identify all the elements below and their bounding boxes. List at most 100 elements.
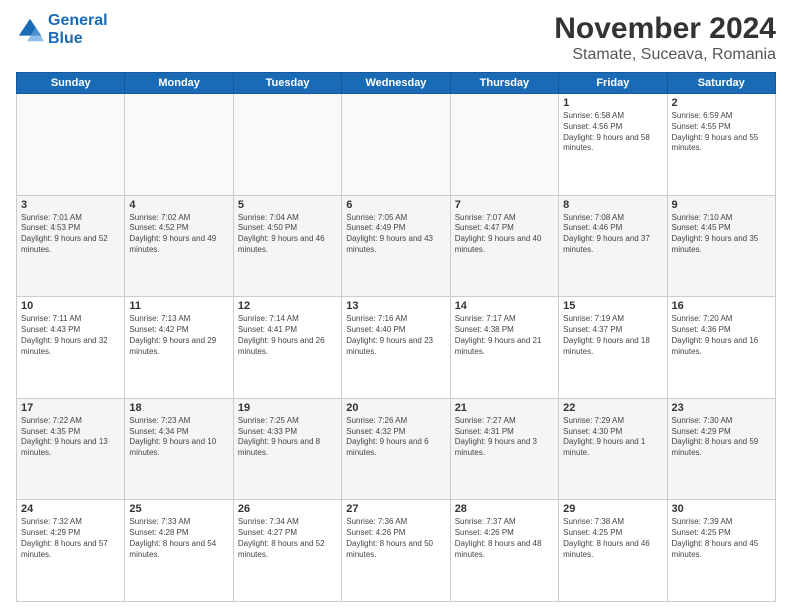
day-number: 23 [672,402,771,414]
day-info: Sunrise: 7:04 AM Sunset: 4:50 PM Dayligh… [238,213,337,256]
day-info: Sunrise: 7:32 AM Sunset: 4:29 PM Dayligh… [21,517,120,560]
day-info: Sunrise: 7:14 AM Sunset: 4:41 PM Dayligh… [238,314,337,357]
day-cell: 13Sunrise: 7:16 AM Sunset: 4:40 PM Dayli… [342,297,450,399]
day-number: 30 [672,503,771,515]
day-info: Sunrise: 7:08 AM Sunset: 4:46 PM Dayligh… [563,213,662,256]
day-cell: 5Sunrise: 7:04 AM Sunset: 4:50 PM Daylig… [233,195,341,297]
day-cell: 15 Sunrise: 7:19 AM Sunset: 4:37 PM Dayli… [559,297,667,399]
day-cell: 21 Sunrise: 7:27 AM Sunset: 4:31 PM Dayli… [450,398,558,500]
day-info: Sunrise: 7:33 AM Sunset: 4:28 PM Dayligh… [129,517,228,560]
col-monday: Monday [125,73,233,94]
title-block: November 2024 Stamate, Suceava, Romania [554,12,776,64]
day-number: 13 [346,300,445,312]
day-cell [125,94,233,196]
day-cell [342,94,450,196]
logo-text: General Blue [48,12,108,47]
day-cell: 26Sunrise: 7:34 AM Sunset: 4:27 PM Dayli… [233,500,341,602]
day-number: 7 [455,199,554,211]
day-info: Sunrise: 7:19 AM Sunset: 4:37 PM Dayligh… [563,314,662,357]
day-cell: 9Sunrise: 7:10 AM Sunset: 4:45 PM Daylig… [667,195,775,297]
day-info: Sunrise: 7:26 AM Sunset: 4:32 PM Dayligh… [346,416,445,459]
day-info: Sunrise: 7:39 AM Sunset: 4:25 PM Dayligh… [672,517,771,560]
day-cell: 19 Sunrise: 7:25 AM Sunset: 4:33 PM Dayli… [233,398,341,500]
day-cell: 12 Sunrise: 7:14 AM Sunset: 4:41 PM Dayli… [233,297,341,399]
day-info: Sunrise: 6:58 AM Sunset: 4:56 PM Dayligh… [563,111,662,154]
day-info: Sunrise: 7:29 AM Sunset: 4:30 PM Dayligh… [563,416,662,459]
header-row: Sunday Monday Tuesday Wednesday Thursday… [17,73,776,94]
logo-line2: Blue [48,30,83,47]
day-cell: 28Sunrise: 7:37 AM Sunset: 4:26 PM Dayli… [450,500,558,602]
col-wednesday: Wednesday [342,73,450,94]
day-cell [233,94,341,196]
day-number: 3 [21,199,120,211]
week-row-1: 1Sunrise: 6:58 AM Sunset: 4:56 PM Daylig… [17,94,776,196]
logo: General Blue [16,12,108,47]
day-info: Sunrise: 7:25 AM Sunset: 4:33 PM Dayligh… [238,416,337,459]
day-cell: 14Sunrise: 7:17 AM Sunset: 4:38 PM Dayli… [450,297,558,399]
day-cell: 16 Sunrise: 7:20 AM Sunset: 4:36 PM Dayli… [667,297,775,399]
col-thursday: Thursday [450,73,558,94]
day-number: 15 [563,300,662,312]
day-cell: 8Sunrise: 7:08 AM Sunset: 4:46 PM Daylig… [559,195,667,297]
day-cell: 6 Sunrise: 7:05 AM Sunset: 4:49 PM Daylig… [342,195,450,297]
day-cell: 11Sunrise: 7:13 AM Sunset: 4:42 PM Dayli… [125,297,233,399]
day-info: Sunrise: 7:36 AM Sunset: 4:26 PM Dayligh… [346,517,445,560]
day-cell: 3Sunrise: 7:01 AM Sunset: 4:53 PM Daylig… [17,195,125,297]
day-number: 19 [238,402,337,414]
day-cell [450,94,558,196]
day-cell: 29 Sunrise: 7:38 AM Sunset: 4:25 PM Dayli… [559,500,667,602]
day-info: Sunrise: 7:23 AM Sunset: 4:34 PM Dayligh… [129,416,228,459]
day-number: 6 [346,199,445,211]
day-cell: 1Sunrise: 6:58 AM Sunset: 4:56 PM Daylig… [559,94,667,196]
day-number: 22 [563,402,662,414]
day-number: 9 [672,199,771,211]
day-number: 10 [21,300,120,312]
week-row-5: 24 Sunrise: 7:32 AM Sunset: 4:29 PM Dayli… [17,500,776,602]
day-number: 17 [21,402,120,414]
day-cell: 7 Sunrise: 7:07 AM Sunset: 4:47 PM Daylig… [450,195,558,297]
day-info: Sunrise: 7:05 AM Sunset: 4:49 PM Dayligh… [346,213,445,256]
day-number: 18 [129,402,228,414]
day-number: 14 [455,300,554,312]
day-info: Sunrise: 7:13 AM Sunset: 4:42 PM Dayligh… [129,314,228,357]
day-cell: 20 Sunrise: 7:26 AM Sunset: 4:32 PM Dayli… [342,398,450,500]
day-cell: 24 Sunrise: 7:32 AM Sunset: 4:29 PM Dayli… [17,500,125,602]
day-number: 20 [346,402,445,414]
day-number: 21 [455,402,554,414]
col-saturday: Saturday [667,73,775,94]
page: General Blue November 2024 Stamate, Suce… [0,0,792,612]
day-number: 25 [129,503,228,515]
day-info: Sunrise: 7:38 AM Sunset: 4:25 PM Dayligh… [563,517,662,560]
day-number: 29 [563,503,662,515]
day-info: Sunrise: 7:20 AM Sunset: 4:36 PM Dayligh… [672,314,771,357]
day-info: Sunrise: 7:30 AM Sunset: 4:29 PM Dayligh… [672,416,771,459]
day-cell: 22 Sunrise: 7:29 AM Sunset: 4:30 PM Dayli… [559,398,667,500]
day-cell: 25 Sunrise: 7:33 AM Sunset: 4:28 PM Dayli… [125,500,233,602]
day-cell: 4Sunrise: 7:02 AM Sunset: 4:52 PM Daylig… [125,195,233,297]
day-info: Sunrise: 7:07 AM Sunset: 4:47 PM Dayligh… [455,213,554,256]
logo-line1: General [48,12,108,29]
week-row-2: 3Sunrise: 7:01 AM Sunset: 4:53 PM Daylig… [17,195,776,297]
day-cell [17,94,125,196]
day-cell: 2Sunrise: 6:59 AM Sunset: 4:55 PM Daylig… [667,94,775,196]
main-title: November 2024 [554,12,776,46]
day-number: 27 [346,503,445,515]
week-row-4: 17 Sunrise: 7:22 AM Sunset: 4:35 PM Dayli… [17,398,776,500]
day-cell: 17 Sunrise: 7:22 AM Sunset: 4:35 PM Dayli… [17,398,125,500]
day-info: Sunrise: 7:27 AM Sunset: 4:31 PM Dayligh… [455,416,554,459]
day-info: Sunrise: 7:02 AM Sunset: 4:52 PM Dayligh… [129,213,228,256]
day-cell: 30 Sunrise: 7:39 AM Sunset: 4:25 PM Dayli… [667,500,775,602]
day-info: Sunrise: 7:34 AM Sunset: 4:27 PM Dayligh… [238,517,337,560]
day-number: 16 [672,300,771,312]
day-info: Sunrise: 7:11 AM Sunset: 4:43 PM Dayligh… [21,314,120,357]
day-number: 12 [238,300,337,312]
subtitle: Stamate, Suceava, Romania [554,46,776,64]
col-sunday: Sunday [17,73,125,94]
day-cell: 27 Sunrise: 7:36 AM Sunset: 4:26 PM Dayli… [342,500,450,602]
day-info: Sunrise: 7:22 AM Sunset: 4:35 PM Dayligh… [21,416,120,459]
calendar-table: Sunday Monday Tuesday Wednesday Thursday… [16,72,776,602]
day-number: 24 [21,503,120,515]
day-info: Sunrise: 7:37 AM Sunset: 4:26 PM Dayligh… [455,517,554,560]
col-friday: Friday [559,73,667,94]
day-cell: 10 Sunrise: 7:11 AM Sunset: 4:43 PM Dayli… [17,297,125,399]
